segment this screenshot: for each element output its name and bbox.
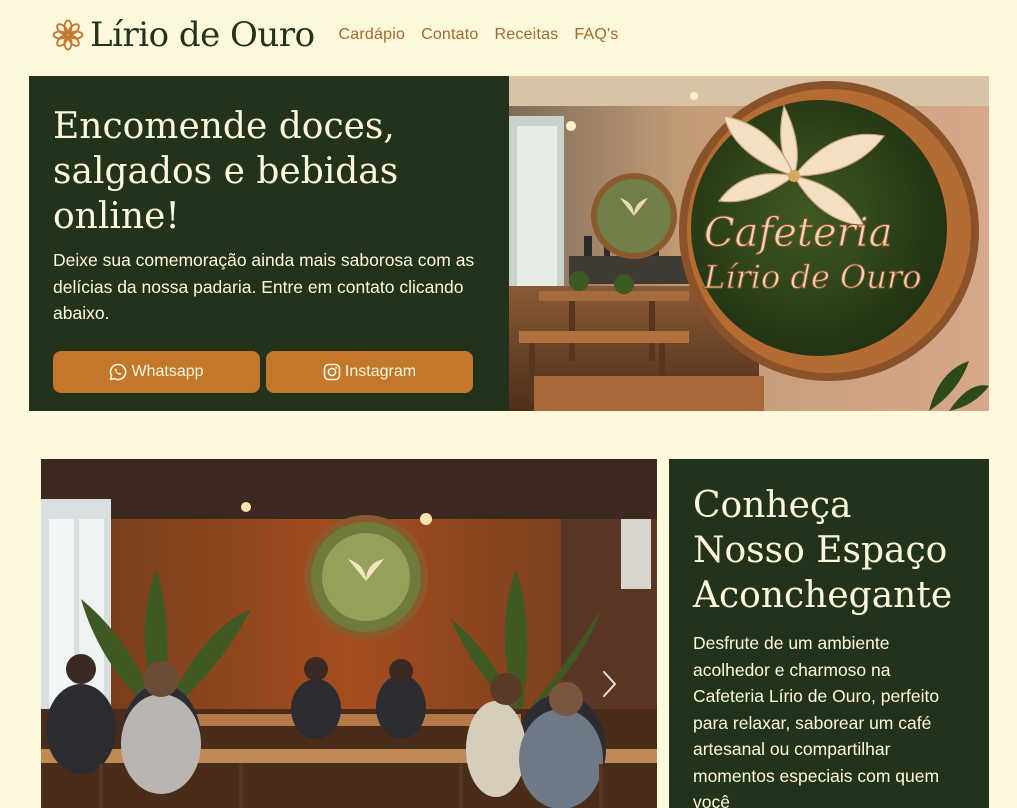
hero-section: Encomende doces, salgados e bebidas onli…: [29, 76, 989, 411]
top-nav: Lírio de Ouro Cardápio Contato Receitas …: [52, 12, 618, 58]
hero-cafe-photo: Cafeteria Lírio de Ouro: [509, 76, 989, 411]
sign-line-2: Lírio de Ouro: [703, 258, 921, 296]
nav-link-cardapio[interactable]: Cardápio: [339, 26, 406, 44]
whatsapp-icon: [110, 363, 127, 380]
nav-link-receitas[interactable]: Receitas: [495, 26, 559, 44]
cafe-interior-illustration: Cafeteria Lírio de Ouro: [509, 76, 989, 411]
sign-line-1: Cafeteria: [704, 210, 892, 256]
instagram-button[interactable]: Instagram: [266, 350, 473, 393]
hero-title: Encomende doces, salgados e bebidas onli…: [53, 106, 399, 237]
instagram-label: Instagram: [344, 362, 417, 380]
hero-text-panel: Encomende doces, salgados e bebidas onli…: [29, 76, 509, 411]
whatsapp-button[interactable]: Whatsapp: [53, 350, 260, 393]
about-section: Conheça Nosso Espaço Aconchegante Desfru…: [41, 459, 989, 808]
about-title: Conheça Nosso Espaço Aconchegante: [693, 485, 953, 616]
nav-links: Cardápio Contato Receitas FAQ's: [339, 26, 619, 44]
nav-link-faqs[interactable]: FAQ's: [574, 26, 618, 44]
flower-icon: [52, 19, 84, 51]
hero-description: Deixe sua comemoração ainda mais saboros…: [53, 250, 475, 323]
chevron-right-icon[interactable]: [599, 669, 619, 699]
about-text-panel: Conheça Nosso Espaço Aconchegante Desfru…: [669, 459, 989, 808]
hero-buttons: Whatsapp Instagram: [53, 350, 485, 393]
whatsapp-label: Whatsapp: [131, 362, 204, 380]
brand-name: Lírio de Ouro: [90, 15, 315, 55]
instagram-icon: [323, 363, 341, 380]
cafe-space-photo: [41, 459, 657, 808]
nav-link-contato[interactable]: Contato: [421, 26, 478, 44]
space-carousel: [41, 459, 657, 808]
about-description: Desfrute de um ambiente acolhedor e char…: [693, 633, 940, 808]
brand[interactable]: Lírio de Ouro: [52, 15, 315, 55]
